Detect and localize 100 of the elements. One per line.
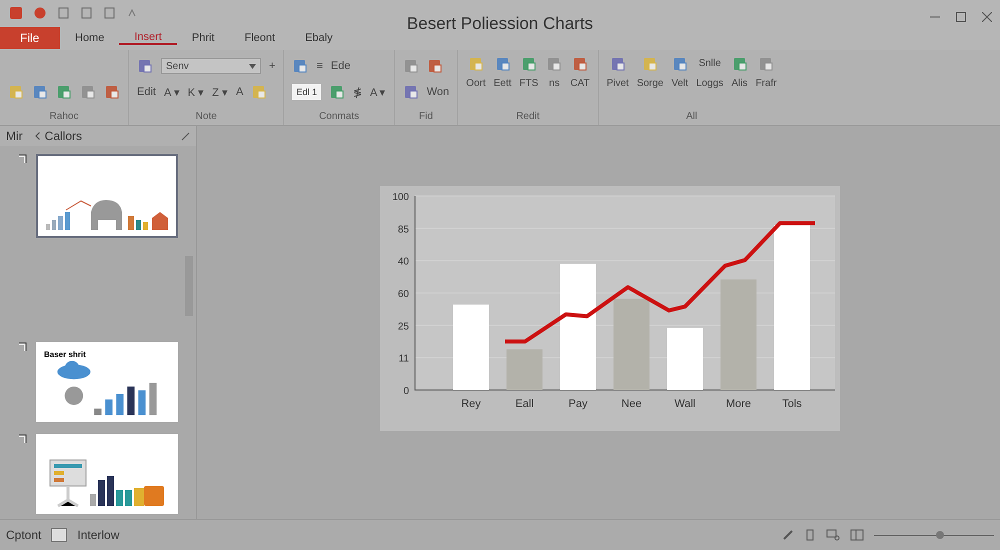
toolbar-icon[interactable] [58,7,69,19]
comment-icon[interactable] [826,529,840,541]
ribbon-button[interactable]: Sorge [636,56,664,89]
axis-tick-label: 25 [398,321,409,332]
axis-category-label: More [726,398,752,410]
group-label: Fid [418,111,434,122]
slide-number-icon [18,342,28,352]
ribbon-button[interactable]: Alis [731,56,748,89]
axis-category-label: Wall [674,398,696,410]
ribbon-label[interactable]: A ▾ [370,86,386,98]
slide-thumbnail[interactable] [36,434,178,514]
ribbon-button[interactable]: Snlle Loggs [696,56,724,89]
toolbar-icon[interactable] [251,84,268,100]
toolbar-icon[interactable] [56,84,72,100]
ribbon-tab[interactable]: Insert [119,31,177,45]
axis-tick-label: 11 [398,354,409,365]
record-icon[interactable] [34,7,46,19]
ribbon-button[interactable]: ns [546,56,562,89]
ribbon-button[interactable]: Oort [466,56,486,89]
axis-category-label: Nee [621,398,642,410]
ribbon-button[interactable]: Velt [672,56,688,89]
group-label: Rahoc [48,111,80,122]
toolbar-icon[interactable] [137,58,153,74]
toolbar-icon[interactable] [292,58,308,74]
bar [667,328,703,390]
slide-thumbnail[interactable] [36,154,178,238]
font-dropdown[interactable]: Senv [161,58,261,74]
axis-tick-label: 60 [398,289,409,300]
ribbon-label[interactable]: Ede [330,60,350,72]
ribbon-label[interactable]: ≡ [316,60,323,72]
group-label: All [685,111,698,122]
ribbon-label[interactable]: Won [426,86,450,98]
caret-icon[interactable] [249,64,256,68]
tool-icon [520,56,537,72]
tool-icon [642,56,658,72]
ribbon-label[interactable]: K ▾ [188,86,204,98]
ribbon-button[interactable]: Pivet [606,56,629,89]
ribbon-tab[interactable]: Fleont [229,32,290,44]
axis-category-label: Rey [461,398,481,410]
close-icon[interactable] [982,12,992,22]
ribbon-tab[interactable]: Home [60,32,120,44]
tool-icon [572,56,588,72]
size-field[interactable]: Edl 1 [292,84,321,100]
view-icon[interactable] [51,528,68,542]
group-label: Conmats [318,111,360,122]
back-icon[interactable] [34,132,40,140]
toolbar-icon[interactable] [8,84,24,100]
ribbon-button[interactable]: FTS [519,56,538,89]
axis-tick-label: 100 [392,192,409,203]
tool-icon [610,56,626,72]
tool-icon [546,56,562,72]
toolbar-icon[interactable] [426,58,443,74]
toolbar-icon[interactable] [32,84,48,100]
tool-icon [758,56,774,72]
ribbon-tab[interactable]: Ebaly [290,32,348,44]
ribbon-button[interactable]: CAT [570,56,590,89]
window-title: Besert Poliession Charts [406,14,594,33]
slider-thumb[interactable] [936,530,944,538]
pen-icon[interactable] [782,529,794,541]
ribbon-label[interactable]: Edit [137,86,156,98]
ribbon-label[interactable]: Z ▾ [212,86,228,98]
slide-title: Baser shrit [43,349,87,359]
toolbar-icon[interactable] [80,84,96,100]
ribbon-button[interactable]: Frafr [756,56,777,89]
axis-tick-label: 40 [398,256,409,268]
status-text: Cptont [6,528,42,542]
page-icon[interactable] [804,529,816,541]
axis-category-label: Tols [782,398,802,410]
slide-thumbnail[interactable]: Baser shrit [36,342,178,422]
panel-title[interactable]: Callors [44,129,82,143]
tool-icon [732,56,748,72]
panel-label: Mir [6,129,23,143]
ribbon-label[interactable]: A ▾ [164,86,180,98]
axis-category-label: Pay [568,398,588,410]
tool-icon [468,56,484,72]
toolbar-icon[interactable] [104,7,115,19]
status-text: Interlow [77,528,120,542]
file-tab[interactable]: File [0,27,60,49]
toolbar-icon[interactable] [104,84,120,100]
app-logo-icon [10,7,22,19]
axis-tick-label: 0 [403,386,409,397]
toolbar-icon[interactable] [402,58,419,74]
slide-number-icon [18,434,28,444]
maximize-icon[interactable] [956,12,966,22]
ribbon-label[interactable]: A [236,86,244,98]
edit-icon[interactable] [181,132,190,140]
axis-category-label: Eall [515,398,534,410]
toolbar-icon[interactable] [328,84,345,100]
group-label: Note [194,111,218,122]
ribbon-label[interactable]: ≸ [352,86,362,98]
tool-icon [494,56,511,72]
ribbon-label[interactable]: + [269,60,276,72]
group-label: Redit [515,111,541,122]
slide-number-icon [18,154,28,164]
ribbon-tab[interactable]: Phrit [176,32,230,44]
ribbon-button[interactable]: Eett [494,56,512,89]
toolbar-icon[interactable] [81,7,92,19]
axis-tick-label: 85 [398,224,409,236]
toolbar-icon[interactable] [402,84,419,100]
grid-icon[interactable] [850,529,864,541]
